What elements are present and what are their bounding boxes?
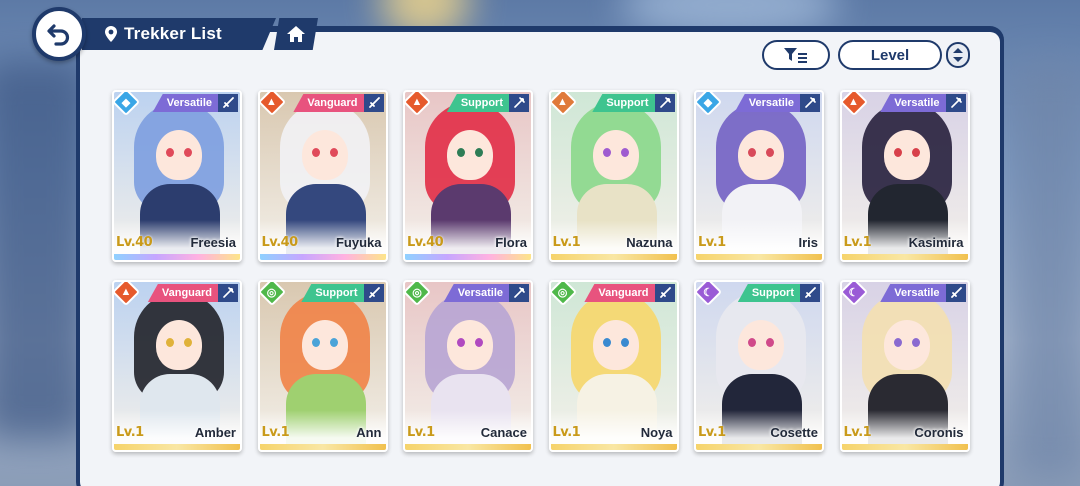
sort-order-toggle[interactable] — [946, 42, 970, 68]
role-badge: Vanguard — [584, 284, 657, 302]
staff-icon — [509, 94, 529, 112]
role-badge: Support — [592, 94, 657, 112]
trekker-level: Lv.1 — [843, 235, 872, 250]
trekker-card[interactable]: ▲ Vanguard Lv.1 Amber — [112, 280, 242, 452]
trekker-name: Coronis — [914, 425, 964, 440]
trekker-card[interactable]: ▲ Support Lv.1 Nazuna — [548, 90, 679, 262]
sword-icon — [218, 94, 238, 112]
role-badge: Support — [301, 284, 366, 302]
rarity-stripe — [405, 254, 531, 260]
trekker-name: Flora — [495, 235, 527, 250]
trekker-card[interactable]: ☾ Versatile Lv.1 Coronis — [839, 280, 970, 452]
trekker-level: Lv.1 — [552, 235, 581, 250]
location-pin-icon — [105, 26, 117, 42]
page-title: Trekker List — [124, 24, 222, 43]
staff-icon — [800, 94, 820, 112]
sword-icon — [800, 284, 820, 302]
trekker-level: Lv.1 — [407, 425, 435, 440]
trekker-name: Iris — [798, 235, 818, 250]
trekker-level: Lv.1 — [552, 425, 581, 440]
trekker-card[interactable]: ▲ Support Lv.40 Flora — [403, 90, 533, 262]
trekker-card[interactable]: ▲ Vanguard Lv.40 Fuyuka — [257, 90, 388, 262]
rarity-stripe — [259, 444, 386, 450]
staff-icon — [218, 284, 238, 302]
back-button[interactable] — [32, 7, 86, 61]
ventus-element-icon: ◎ — [550, 282, 577, 307]
trekker-name: Kasimira — [908, 235, 964, 250]
rarity-stripe — [841, 444, 968, 450]
trekker-level: Lv.40 — [407, 235, 444, 250]
sword-icon — [363, 284, 384, 302]
rarity-stripe — [405, 444, 531, 450]
filter-button[interactable] — [762, 40, 830, 70]
rarity-stripe — [550, 444, 677, 450]
trekker-name: Fuyuka — [335, 235, 382, 250]
sort-dropdown[interactable]: Level — [838, 40, 942, 70]
sword-icon — [654, 284, 675, 302]
trekker-level: Lv.40 — [116, 235, 153, 250]
filter-icon — [784, 48, 807, 63]
rarity-stripe — [841, 254, 968, 260]
rarity-stripe — [259, 254, 386, 260]
sword-icon — [945, 284, 966, 302]
role-badge: Support — [446, 94, 511, 112]
title-bar: Trekker List — [82, 18, 276, 50]
role-badge: Vanguard — [147, 284, 220, 302]
rarity-stripe — [114, 444, 240, 450]
trekker-card[interactable]: ◆ Versatile Lv.40 Freesia — [112, 90, 242, 262]
rarity-stripe — [696, 444, 822, 450]
role-badge: Support — [737, 284, 802, 302]
role-badge: Versatile — [443, 284, 511, 302]
trekker-name: Ann — [356, 425, 382, 440]
trekker-name: Amber — [194, 425, 236, 440]
trekker-card[interactable]: ◎ Vanguard Lv.1 Noya — [548, 280, 679, 452]
trekker-name: Noya — [640, 425, 673, 440]
staff-icon — [509, 284, 529, 302]
ignis-element-icon: ▲ — [114, 282, 141, 307]
trekker-level: Lv.1 — [698, 425, 726, 440]
trekker-card[interactable]: ☾ Support Lv.1 Cosette — [694, 280, 824, 452]
rarity-stripe — [550, 254, 677, 260]
trekker-name: Nazuna — [626, 235, 673, 250]
role-badge: Versatile — [734, 94, 802, 112]
role-badge: Versatile — [152, 94, 220, 112]
trekker-card[interactable]: ◎ Support Lv.1 Ann — [257, 280, 388, 452]
sort-label: Level — [870, 46, 910, 64]
role-badge: Versatile — [880, 94, 948, 112]
trekker-card[interactable]: ▲ Versatile Lv.1 Kasimira — [839, 90, 970, 262]
staff-icon — [945, 94, 966, 112]
back-arrow-icon — [47, 24, 70, 46]
trekker-card[interactable]: ◎ Versatile Lv.1 Canace — [403, 280, 533, 452]
trekker-name: Freesia — [190, 235, 236, 250]
trekker-name: Canace — [480, 425, 527, 440]
ventus-element-icon: ◎ — [259, 282, 286, 307]
trekker-level: Lv.1 — [843, 425, 872, 440]
trekker-level: Lv.40 — [261, 235, 299, 250]
trekker-grid: ◆ Versatile Lv.40 Freesia ▲ Vanguard Lv.40 Fuyu… — [112, 90, 972, 460]
sword-icon — [363, 94, 384, 112]
home-button[interactable] — [274, 18, 318, 50]
ignis-element-icon: ▲ — [405, 92, 432, 117]
umbra-element-icon: ☾ — [841, 282, 868, 307]
trekker-card[interactable]: ◆ Versatile Lv.1 Iris — [694, 90, 824, 262]
aqua-element-icon: ◆ — [114, 92, 141, 117]
home-icon — [287, 26, 305, 42]
role-badge: Versatile — [880, 284, 948, 302]
trekker-name: Cosette — [770, 425, 818, 440]
trekker-level: Lv.1 — [261, 425, 290, 440]
trekker-level: Lv.1 — [698, 235, 726, 250]
umbra-element-icon: ☾ — [696, 282, 723, 307]
terra-element-icon: ▲ — [550, 92, 577, 117]
ignis-element-icon: ▲ — [841, 92, 868, 117]
staff-icon — [654, 94, 675, 112]
trekker-level: Lv.1 — [116, 425, 144, 440]
ignis-element-icon: ▲ — [259, 92, 286, 117]
aqua-element-icon: ◆ — [696, 92, 723, 117]
background-scenery-right — [1010, 60, 1080, 480]
rarity-stripe — [114, 254, 240, 260]
rarity-stripe — [696, 254, 822, 260]
ventus-element-icon: ◎ — [405, 282, 432, 307]
sort-arrows-icon — [953, 48, 963, 62]
role-badge: Vanguard — [293, 94, 366, 112]
